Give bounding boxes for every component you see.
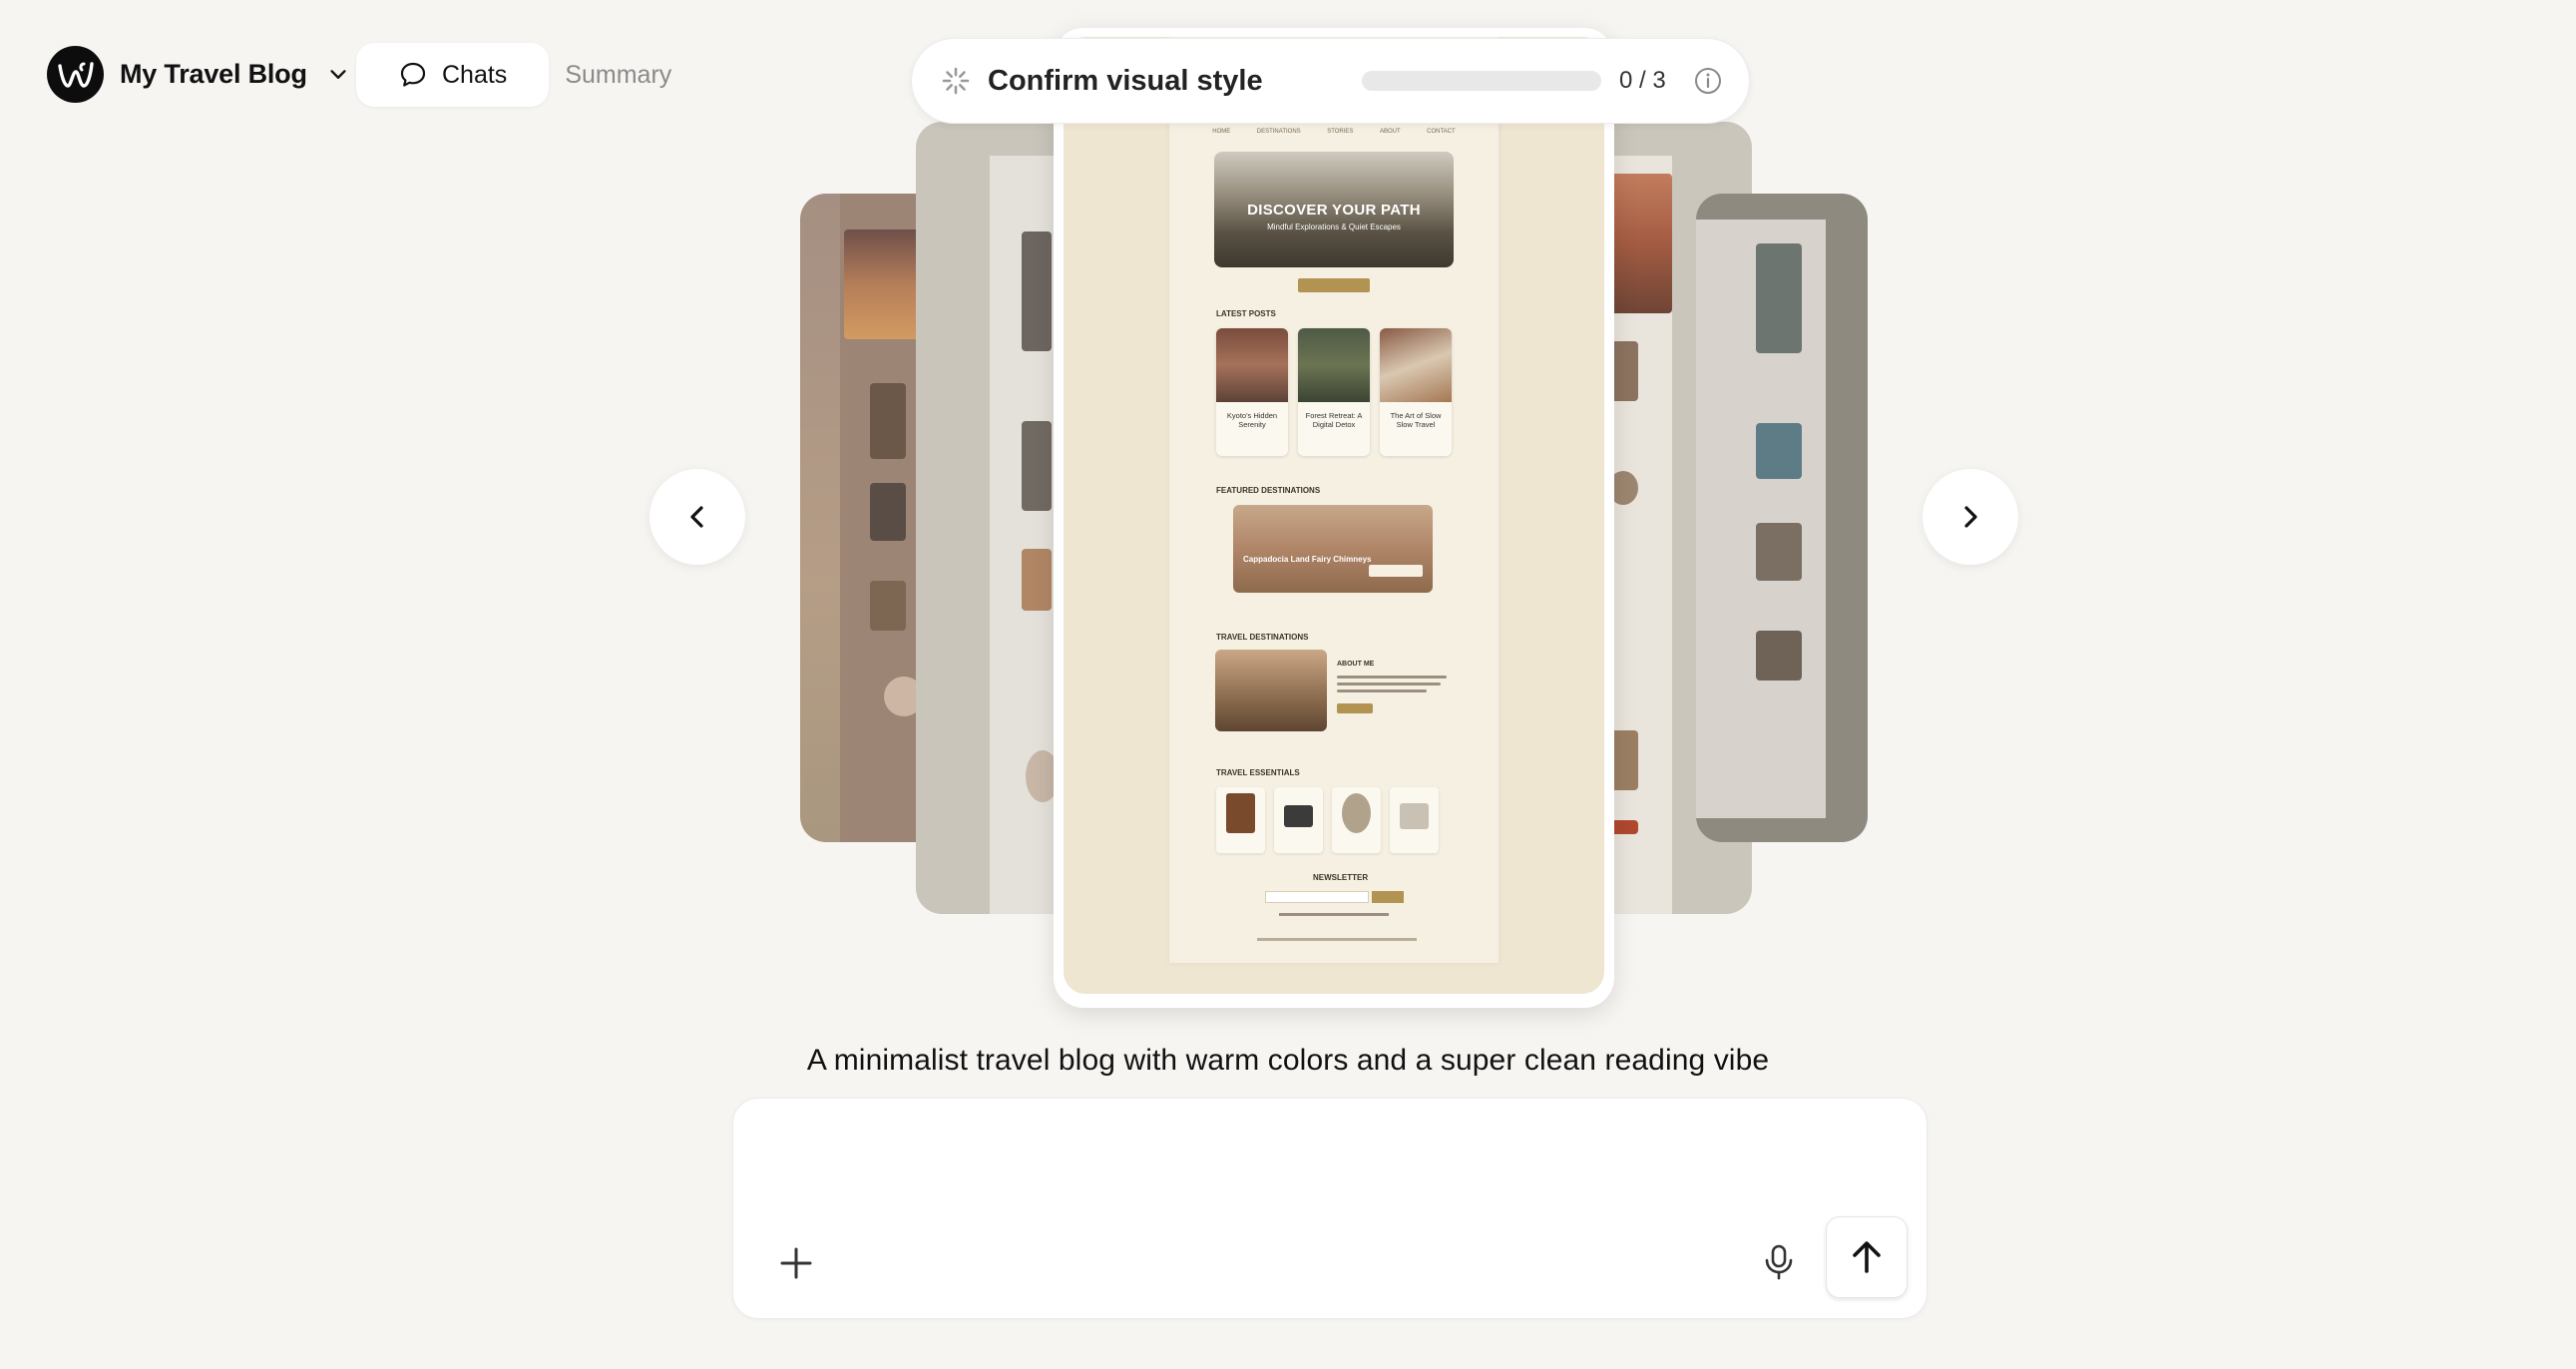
info-icon[interactable]: [1693, 66, 1723, 96]
chevron-left-icon: [690, 506, 703, 528]
mockup-about-photo: [1215, 650, 1327, 731]
mockup-nav-item: CONTACT: [1427, 129, 1456, 135]
message-input[interactable]: [773, 1131, 1871, 1190]
mockup-nav: HOME DESTINATIONS STORIES ABOUT CONTACT: [1169, 129, 1499, 135]
logo-icon: [47, 46, 104, 103]
project-switcher[interactable]: My Travel Blog: [47, 46, 349, 103]
mockup-post-card: Kyoto's Hidden Serenity: [1216, 328, 1288, 456]
project-name: My Travel Blog: [120, 59, 307, 89]
tab-summary-label: Summary: [565, 60, 672, 89]
chevron-down-icon[interactable]: [327, 64, 349, 86]
view-tabs: Chats Summary: [356, 43, 687, 107]
mockup-nav-item: STORIES: [1327, 129, 1354, 135]
mockup-hero: DISCOVER YOUR PATH Mindful Explorations …: [1214, 152, 1454, 267]
add-attachment-button[interactable]: [777, 1244, 815, 1282]
mockup-nav-item: DESTINATIONS: [1256, 129, 1301, 135]
mockup-post-title: Forest Retreat: A Digital Detox: [1305, 411, 1363, 429]
mockup-post-card: Forest Retreat: A Digital Detox: [1298, 328, 1370, 456]
mockup-featured-card: Cappadocia Land Fairy Chimneys: [1233, 505, 1433, 593]
progress-bar: [1362, 71, 1601, 91]
chevron-right-icon: [1964, 506, 1977, 528]
next-style-button[interactable]: [1923, 469, 2018, 565]
website-mockup: HOME DESTINATIONS STORIES ABOUT CONTACT …: [1169, 37, 1499, 963]
loading-spinner-icon: [942, 67, 970, 95]
arrow-up-icon: [1853, 1241, 1881, 1273]
style-option-card-selected[interactable]: HOME DESTINATIONS STORIES ABOUT CONTACT …: [1054, 28, 1614, 1008]
chat-bubble-icon: [400, 62, 426, 87]
mockup-featured-title: Cappadocia Land Fairy Chimneys: [1243, 555, 1372, 564]
style-description: A minimalist travel blog with warm color…: [806, 1044, 1770, 1077]
mockup-essential-item: [1390, 787, 1439, 853]
progress-count: 0 / 3: [1619, 67, 1666, 94]
tab-chats-label: Chats: [442, 60, 508, 89]
microphone-button[interactable]: [1759, 1242, 1799, 1282]
mockup-newsletter-heading: NEWSLETTER: [1313, 873, 1369, 882]
mockup-post-title: The Art of Slow Slow Travel: [1390, 411, 1442, 429]
mockup-essential-item: [1332, 787, 1381, 853]
message-composer: [732, 1098, 1928, 1319]
mockup-post-title: Kyoto's Hidden Serenity: [1226, 411, 1278, 429]
mockup-hero-title: DISCOVER YOUR PATH: [1247, 202, 1421, 219]
send-button[interactable]: [1826, 1216, 1908, 1298]
mockup-featured-heading: FEATURED DESTINATIONS: [1216, 486, 1321, 495]
tab-summary[interactable]: Summary: [549, 43, 687, 107]
task-progress: Confirm visual style 0 / 3: [911, 38, 1750, 124]
mockup-about-heading: ABOUT ME: [1337, 661, 1375, 668]
progress-title: Confirm visual style: [988, 64, 1263, 97]
mockup-hero-subtitle: Mindful Explorations & Quiet Escapes: [1267, 223, 1401, 231]
previous-style-button[interactable]: [649, 469, 745, 565]
mockup-essential-item: [1216, 787, 1265, 853]
mockup-travel-destinations-heading: TRAVEL DESTINATIONS: [1216, 633, 1309, 642]
mockup-essential-item: [1274, 787, 1323, 853]
mockup-latest-posts-heading: LATEST POSTS: [1216, 309, 1276, 318]
mockup-nav-item: HOME: [1212, 129, 1231, 135]
mockup-cta-button: [1298, 278, 1370, 292]
mockup-nav-item: ABOUT: [1379, 129, 1401, 135]
mockup-essentials-heading: TRAVEL ESSENTIALS: [1216, 768, 1300, 777]
tab-chats[interactable]: Chats: [356, 43, 550, 107]
style-option-card-far-right[interactable]: [1696, 194, 1868, 842]
website-preview: HOME DESTINATIONS STORIES ABOUT CONTACT …: [1064, 37, 1604, 994]
mockup-post-card: The Art of Slow Slow Travel: [1380, 328, 1452, 456]
